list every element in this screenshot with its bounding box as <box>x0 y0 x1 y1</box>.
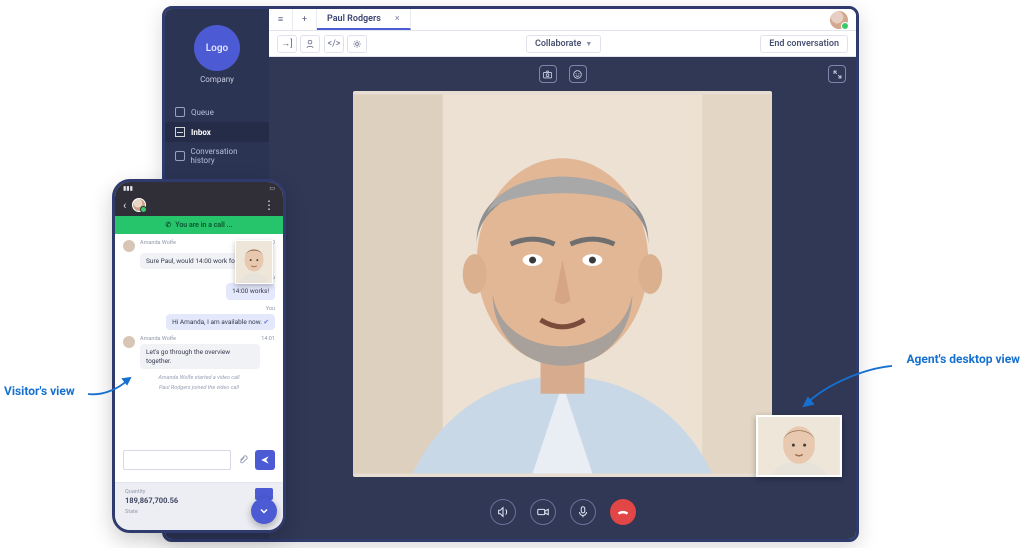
quantity-label: Quantity <box>125 489 273 495</box>
visitor-video-image <box>353 91 772 477</box>
signal-icon: ▮▮▮ <box>123 185 133 192</box>
sidebar-item-inbox[interactable]: Inbox <box>165 122 269 142</box>
sender-label: Amanda Wolfe <box>140 336 176 342</box>
inbox-icon <box>175 127 185 137</box>
smile-icon <box>572 69 583 80</box>
video-stage <box>269 57 856 539</box>
speaker-button[interactable] <box>490 499 516 525</box>
phone-icon: ✆ <box>165 221 171 229</box>
main-video-feed[interactable] <box>353 91 772 477</box>
agent-video-image <box>236 241 272 283</box>
agent-video-image <box>758 417 840 475</box>
message-you: You Hi Amanda, I am available now. ✔ <box>123 306 275 330</box>
agent-avatar[interactable] <box>132 198 146 212</box>
mic-toggle-button[interactable] <box>570 499 596 525</box>
phone-status-bar: ▮▮▮ ▭ <box>115 182 283 194</box>
sidebar-item-label: Inbox <box>191 128 211 137</box>
annotation-arrow-left <box>86 374 136 398</box>
screenshot-button[interactable] <box>539 65 557 83</box>
history-icon <box>175 151 185 161</box>
avatar-icon <box>123 240 135 252</box>
paperclip-icon <box>238 455 248 465</box>
video-icon <box>536 505 550 519</box>
annotation-arrow-right <box>798 362 894 412</box>
sidebar-item-queue[interactable]: Queue <box>165 102 269 122</box>
battery-icon: ▭ <box>269 185 275 192</box>
code-button[interactable]: </> <box>324 35 344 53</box>
speaker-icon <box>496 505 510 519</box>
message-input[interactable] <box>123 450 231 470</box>
tab-label: Paul Rodgers <box>327 14 381 24</box>
mic-icon <box>576 505 590 519</box>
call-controls <box>269 499 856 525</box>
menu-button[interactable]: ≡ <box>269 9 293 30</box>
call-banner-text: You are in a call ... <box>175 221 232 229</box>
quantity-value: 189,867,700.56 <box>125 496 273 505</box>
chevron-down-icon <box>258 505 270 517</box>
system-message: Amanda Wolfe started a video call <box>123 375 275 381</box>
sidebar-item-history[interactable]: Conversation history <box>165 142 269 170</box>
list-icon <box>175 107 185 117</box>
time-label: 14:01 <box>261 336 275 342</box>
camera-icon <box>542 69 553 80</box>
back-button[interactable]: ‹ <box>123 199 126 212</box>
video-toggle-button[interactable] <box>530 499 556 525</box>
visitor-phone: ▮▮▮ ▭ ‹ ⋮ ✆ You are in a call ... Amanda… <box>112 179 286 533</box>
sidebar-item-label: Conversation history <box>191 147 260 165</box>
new-tab-button[interactable]: + <box>293 9 317 30</box>
chat-header: ‹ ⋮ <box>115 194 283 216</box>
expand-button[interactable] <box>828 65 846 83</box>
end-conversation-label: End conversation <box>769 39 839 49</box>
message-bubble: Let's go through the overview together. <box>140 344 260 369</box>
message-agent: Amanda Wolfe 14:01 Let's go through the o… <box>123 336 275 369</box>
collaborate-dropdown[interactable]: Collaborate ▼ <box>526 35 601 53</box>
message-composer <box>123 450 275 470</box>
logo-circle: Logo <box>194 25 240 71</box>
conversation-toolbar: →] </> Collaborate ▼ End conversation <box>269 31 856 57</box>
message-bubble: 14:00 works! <box>226 283 275 299</box>
collaborate-label: Collaborate <box>535 39 581 49</box>
sidebar-item-label: Queue <box>191 108 214 117</box>
send-icon <box>260 455 270 465</box>
annotation-agent-label: Agent's desktop view <box>906 352 1020 366</box>
hang-up-button[interactable] <box>610 499 636 525</box>
end-conversation-button[interactable]: End conversation <box>760 35 848 53</box>
chevron-down-icon: ▼ <box>585 40 592 48</box>
expand-icon <box>832 69 843 80</box>
avatar-icon <box>123 336 135 348</box>
tab-paul-rodgers[interactable]: Paul Rodgers × <box>317 9 411 30</box>
sent-check-icon: ✔ <box>264 318 269 326</box>
tab-bar: ≡ + Paul Rodgers × <box>269 9 856 31</box>
gear-icon <box>352 39 362 49</box>
reaction-button[interactable] <box>569 65 587 83</box>
redirect-button[interactable]: →] <box>277 35 297 53</box>
assign-button[interactable] <box>300 35 320 53</box>
phone-hangup-icon <box>616 505 630 519</box>
send-button[interactable] <box>255 450 275 470</box>
sender-label: You <box>266 306 275 312</box>
self-video-thumbnail[interactable] <box>756 415 842 477</box>
settings-button[interactable] <box>347 35 367 53</box>
scroll-down-fab[interactable] <box>251 498 277 524</box>
sender-label: Amanda Wolfe <box>140 240 176 246</box>
video-thumbnail[interactable] <box>235 240 273 284</box>
system-message: Paul Rodgers joined the video call <box>123 385 275 391</box>
tab-close-icon[interactable]: × <box>395 14 400 24</box>
current-user-avatar[interactable] <box>830 11 848 29</box>
person-icon <box>305 39 315 49</box>
message-bubble: Hi Amanda, I am available now. ✔ <box>166 314 275 330</box>
attach-button[interactable] <box>235 450 251 470</box>
logo-block: Logo Company <box>165 9 269 90</box>
annotation-visitor-label: Visitor's view <box>4 384 75 398</box>
active-call-banner[interactable]: ✆ You are in a call ... <box>115 216 283 234</box>
company-label: Company <box>165 75 269 84</box>
